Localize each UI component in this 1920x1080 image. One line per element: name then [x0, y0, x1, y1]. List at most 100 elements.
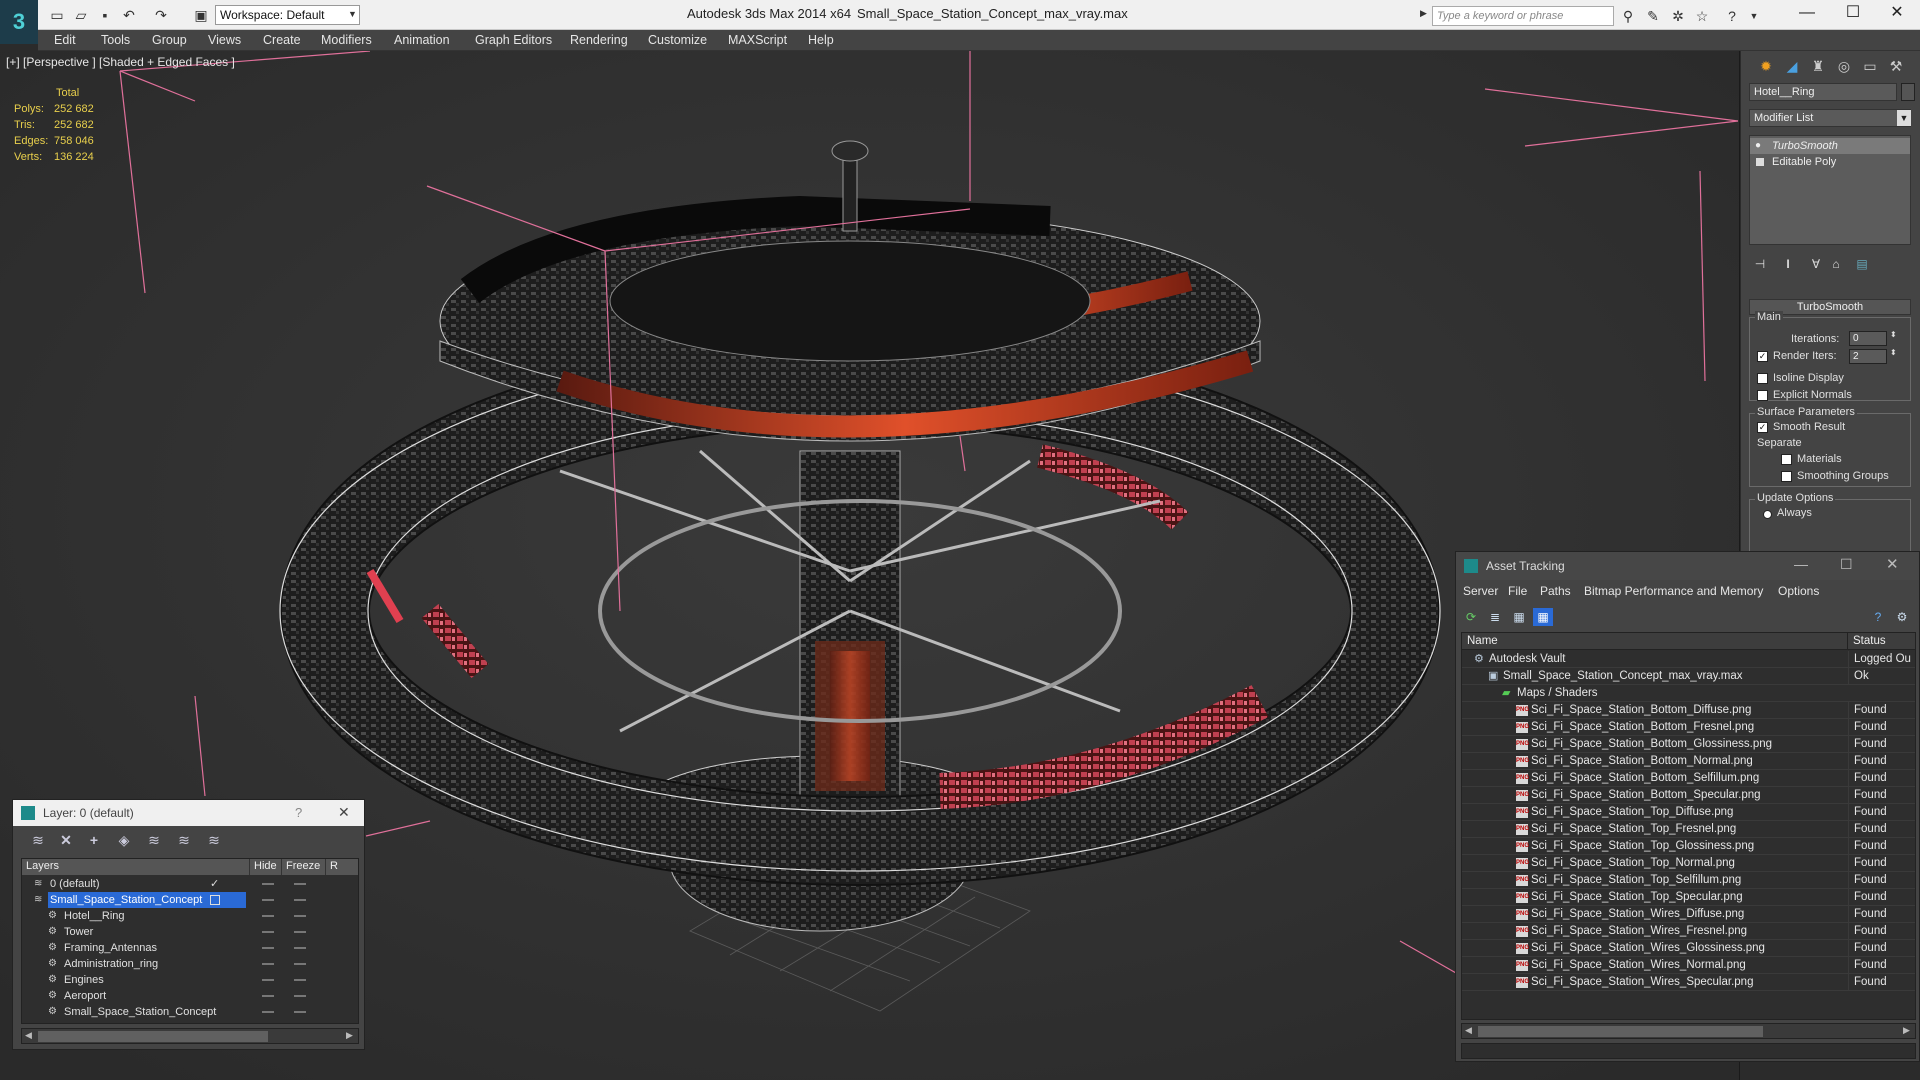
menu-modifiers[interactable]: Modifiers: [321, 33, 372, 47]
tools-icon[interactable]: ✎: [1643, 6, 1663, 26]
asset-row[interactable]: ▰ Maps / Shaders: [1462, 685, 1915, 702]
motion-tab-icon[interactable]: ◎: [1831, 55, 1857, 77]
display-tab-icon[interactable]: ▭: [1857, 55, 1883, 77]
asset-row[interactable]: ⚙ Autodesk Vault Logged Ou: [1462, 651, 1915, 668]
delete-layer-icon[interactable]: ✕: [55, 831, 77, 849]
object-name-field[interactable]: Hotel__Ring: [1749, 83, 1897, 101]
menu-bitmap-performance[interactable]: Bitmap Performance and Memory: [1584, 584, 1763, 598]
asset-row[interactable]: PNG Sci_Fi_Space_Station_Top_Fresnel.png F…: [1462, 821, 1915, 838]
asset-row[interactable]: ▣ Small_Space_Station_Concept_max_vray.ma…: [1462, 668, 1915, 685]
asset-row[interactable]: PNG Sci_Fi_Space_Station_Wires_Fresnel.pn…: [1462, 923, 1915, 940]
render-iters-spinner[interactable]: 2: [1849, 349, 1887, 364]
stack-item-editable-poly[interactable]: Editable Poly: [1750, 154, 1910, 170]
hide-toggle[interactable]: [262, 1011, 274, 1013]
smooth-result-checkbox[interactable]: ✓: [1757, 422, 1768, 433]
menu-file[interactable]: File: [1508, 584, 1527, 598]
layer-row[interactable]: ⚙ Engines: [22, 972, 358, 988]
select-objects-icon[interactable]: ◈: [113, 831, 135, 849]
asset-row[interactable]: PNG Sci_Fi_Space_Station_Top_Specular.png…: [1462, 889, 1915, 906]
asset-row[interactable]: PNG Sci_Fi_Space_Station_Bottom_Selfillum…: [1462, 770, 1915, 787]
menu-paths[interactable]: Paths: [1540, 584, 1571, 598]
refresh-icon[interactable]: ⟳: [1461, 608, 1481, 626]
detail-view-icon[interactable]: ▦: [1509, 608, 1529, 626]
hide-toggle[interactable]: [262, 931, 274, 933]
app-logo-icon[interactable]: 3: [0, 0, 38, 44]
show-end-result-icon[interactable]: I: [1777, 254, 1799, 274]
add-to-layer-icon[interactable]: +: [83, 831, 105, 849]
freeze-toggle[interactable]: [294, 1011, 306, 1013]
asset-row[interactable]: PNG Sci_Fi_Space_Station_Bottom_Specular.…: [1462, 787, 1915, 804]
column-name[interactable]: Name: [1462, 633, 1848, 650]
layer-row[interactable]: ⚙ Tower: [22, 924, 358, 940]
column-render[interactable]: R: [326, 859, 358, 875]
spinner-arrows-icon[interactable]: ⬍: [1890, 330, 1897, 339]
help-dropdown-icon[interactable]: ▼: [1744, 6, 1764, 26]
menu-create[interactable]: Create: [263, 33, 301, 47]
freeze-toggle[interactable]: [294, 931, 306, 933]
create-layer-icon[interactable]: ≋: [27, 831, 49, 849]
smoothing-groups-checkbox[interactable]: [1781, 471, 1792, 482]
render-iters-checkbox[interactable]: ✓: [1757, 351, 1768, 362]
modify-tab-icon[interactable]: ◢: [1779, 55, 1805, 77]
modifier-list-dropdown[interactable]: Modifier List: [1749, 109, 1911, 127]
asset-row[interactable]: PNG Sci_Fi_Space_Station_Wires_Normal.png…: [1462, 957, 1915, 974]
scroll-right-icon[interactable]: ▶: [346, 1030, 353, 1041]
close-icon[interactable]: ✕: [1886, 555, 1899, 573]
menu-server[interactable]: Server: [1463, 584, 1498, 598]
hide-toggle[interactable]: [262, 883, 274, 885]
menu-views[interactable]: Views: [208, 33, 241, 47]
undo-icon[interactable]: ↶: [120, 6, 138, 24]
remove-modifier-icon[interactable]: ⌂: [1825, 254, 1847, 274]
hierarchy-tab-icon[interactable]: ♜: [1805, 55, 1831, 77]
chevron-down-icon[interactable]: ▼: [345, 5, 360, 25]
help-icon[interactable]: ?: [1868, 608, 1888, 626]
asset-row[interactable]: PNG Sci_Fi_Space_Station_Top_Normal.png Fo…: [1462, 855, 1915, 872]
binoculars-icon[interactable]: ⚲: [1618, 6, 1638, 26]
always-radio[interactable]: [1763, 510, 1772, 519]
freeze-toggle[interactable]: [294, 947, 306, 949]
hide-toggle[interactable]: [262, 899, 274, 901]
help-icon[interactable]: ?: [1722, 6, 1742, 26]
set-current-box-icon[interactable]: [210, 895, 220, 905]
layer-row[interactable]: ≋ Small_Space_Station_Concept: [22, 892, 358, 908]
expand-plus-icon[interactable]: [1756, 158, 1764, 166]
hide-toggle[interactable]: [262, 947, 274, 949]
freeze-toggle[interactable]: [294, 963, 306, 965]
scroll-left-icon[interactable]: ◀: [1465, 1025, 1472, 1036]
explicit-normals-checkbox[interactable]: [1757, 390, 1768, 401]
asset-dialog-titlebar[interactable]: Asset Tracking — ☐ ✕: [1456, 552, 1919, 580]
help-icon[interactable]: ?: [295, 805, 302, 820]
configure-modifier-sets-icon[interactable]: ▤: [1851, 254, 1873, 274]
settings-icon[interactable]: ⚙: [1892, 608, 1912, 626]
menu-animation[interactable]: Animation: [394, 33, 450, 47]
column-hide[interactable]: Hide: [250, 859, 282, 875]
asset-row[interactable]: PNG Sci_Fi_Space_Station_Top_Glossiness.p…: [1462, 838, 1915, 855]
hide-toggle[interactable]: [262, 915, 274, 917]
column-freeze[interactable]: Freeze: [282, 859, 326, 875]
viewport-label[interactable]: [+] [Perspective ] [Shaded + Edged Faces…: [6, 55, 235, 69]
stack-item-turbosmooth[interactable]: ● TurboSmooth: [1750, 138, 1910, 154]
utilities-tab-icon[interactable]: ⚒: [1883, 55, 1909, 77]
exchange-icon[interactable]: ✲: [1668, 6, 1688, 26]
freeze-toggle[interactable]: [294, 995, 306, 997]
object-color-swatch[interactable]: [1901, 83, 1915, 101]
close-icon[interactable]: ✕: [338, 804, 350, 821]
menu-edit[interactable]: Edit: [54, 33, 76, 47]
redo-icon[interactable]: ↷: [152, 6, 170, 24]
make-unique-icon[interactable]: ∀: [1805, 254, 1827, 274]
materials-checkbox[interactable]: [1781, 454, 1792, 465]
chevron-down-icon[interactable]: ▼: [1897, 110, 1911, 126]
asset-row[interactable]: PNG Sci_Fi_Space_Station_Wires_Diffuse.pn…: [1462, 906, 1915, 923]
create-tab-icon[interactable]: ✹: [1753, 55, 1779, 77]
current-layer-check-icon[interactable]: ✓: [210, 876, 219, 892]
layer-row[interactable]: ⚙ Framing_Antennas: [22, 940, 358, 956]
layer-row[interactable]: ⚙ Hotel__Ring: [22, 908, 358, 924]
expand-arrow-icon[interactable]: ▶: [1420, 8, 1427, 19]
menu-customize[interactable]: Customize: [648, 33, 707, 47]
asset-row[interactable]: PNG Sci_Fi_Space_Station_Bottom_Normal.pn…: [1462, 753, 1915, 770]
scroll-left-icon[interactable]: ◀: [25, 1030, 32, 1041]
asset-row[interactable]: PNG Sci_Fi_Space_Station_Bottom_Fresnel.p…: [1462, 719, 1915, 736]
layer-dialog-titlebar[interactable]: Layer: 0 (default) ? ✕: [13, 800, 364, 826]
menu-group[interactable]: Group: [152, 33, 187, 47]
freeze-toggle[interactable]: [294, 915, 306, 917]
